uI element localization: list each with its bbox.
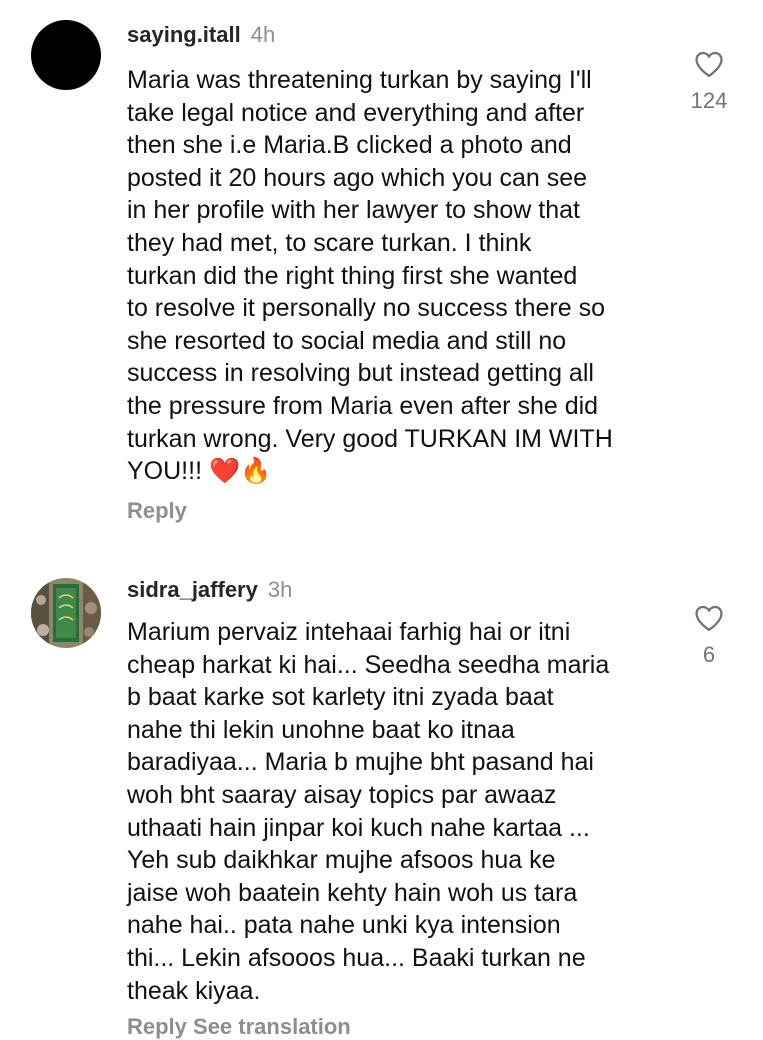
comment-line: baradiyaa... Maria b mujhe bht pasand ha… — [127, 748, 594, 777]
like-count: 6 — [702, 642, 716, 667]
like-button[interactable]: 6 — [686, 604, 732, 668]
comment-line: b baat karke sot karlety itni zyada baat — [127, 683, 554, 712]
comment-line: cheap harkat ki hai... Seedha seedha mar… — [127, 650, 610, 679]
comment-line: nahe thi lekin unohne baat ko itnaa — [127, 715, 515, 744]
reply-and-translate-row[interactable]: Reply See translation — [127, 1014, 351, 1040]
comment-line: in her profile with her lawyer to show t… — [127, 196, 580, 225]
comment-line: Maria was threatening turkan by saying I… — [127, 66, 592, 94]
comment-line: then she i.e Maria.B clicked a photo and — [127, 131, 572, 160]
comment-line: success in resolving but instead getting… — [127, 359, 594, 388]
comment-line: posted it 20 hours ago which you can see — [127, 163, 588, 192]
timestamp: 3h — [267, 577, 293, 602]
heart-outline-icon — [695, 605, 723, 631]
comment-line: YOU!!! ❤️🔥 — [127, 457, 272, 486]
comment-line: take legal notice and everything and aft… — [127, 98, 585, 127]
comment-line: woh bht saaray aisay topics par awaaz — [127, 780, 557, 809]
comment-line: theak kiyaa. — [127, 976, 261, 1005]
comment-line: turkan did the right thing first she wan… — [127, 261, 578, 290]
comment-line: nahe hai.. pata nahe unki kya intension — [127, 911, 561, 940]
like-button[interactable]: 124 — [686, 50, 732, 114]
comment-text: Maria was threatening turkan by saying I… — [127, 64, 667, 488]
comment-meta: sidra_jaffery 3h — [127, 577, 292, 603]
avatar-image — [31, 578, 101, 648]
comment-line: the pressure from Maria even after she d… — [127, 391, 599, 420]
comment-meta: saying.itall 4h — [127, 22, 275, 48]
comment-line: thi... Lekin afsooos hua... Baaki turkan… — [127, 943, 586, 972]
avatar[interactable] — [31, 20, 101, 90]
comment-line: they had met, to scare turkan. I think — [127, 228, 532, 257]
comment-line: uthaati hain jinpar koi kuch nahe kartaa… — [127, 813, 590, 842]
reply-button[interactable]: Reply — [127, 498, 187, 524]
comment-line: Marium pervaiz intehaai farhig hai or it… — [127, 618, 571, 646]
avatar[interactable] — [31, 578, 101, 648]
username[interactable]: saying.itall — [127, 22, 241, 47]
comment-line: to resolve it personally no success ther… — [127, 294, 606, 323]
comment-line: jaise woh baatein kehty hain woh us tara — [127, 878, 578, 907]
comment-line: she resorted to social media and still n… — [127, 326, 567, 355]
like-count: 124 — [690, 88, 728, 113]
comment-line: Yeh sub daikhkar mujhe afsoos hua ke — [127, 846, 556, 875]
timestamp: 4h — [250, 22, 276, 47]
username[interactable]: sidra_jaffery — [127, 577, 258, 602]
comment-line: turkan wrong. Very good TURKAN IM WITH — [127, 424, 613, 453]
heart-outline-icon — [695, 51, 723, 77]
comment-text: Marium pervaiz intehaai farhig hai or it… — [127, 616, 667, 1007]
